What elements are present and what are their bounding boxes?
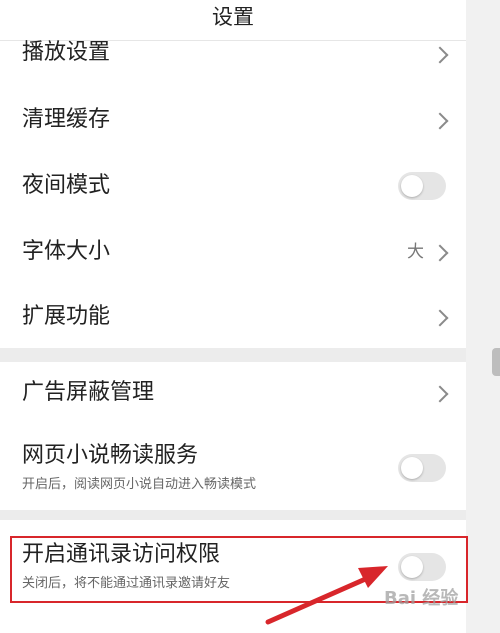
night-mode-toggle[interactable] — [398, 172, 446, 200]
row-label: 扩展功能 — [22, 304, 111, 329]
font-size-row[interactable]: 字体大小 大 — [0, 232, 466, 272]
toggle-knob — [401, 175, 423, 197]
row-label: 网页小说畅读服务 — [22, 443, 199, 468]
settings-group-1: 设置 播放设置 清理缓存 夜间模式 字体大小 大 扩展功能 — [0, 0, 466, 348]
row-label: 清理缓存 — [22, 107, 111, 132]
novel-reader-row: 网页小说畅读服务 开启后，阅读网页小说自动进入畅读模式 — [0, 438, 466, 498]
play-settings-row[interactable]: 播放设置 — [0, 40, 466, 68]
row-label: 广告屏蔽管理 — [22, 380, 155, 405]
scroll-handle[interactable] — [492, 348, 500, 376]
ad-block-row[interactable]: 广告屏蔽管理 — [0, 374, 466, 414]
clear-cache-row[interactable]: 清理缓存 — [0, 100, 466, 140]
toggle-knob — [401, 457, 423, 479]
night-mode-row: 夜间模式 — [0, 166, 466, 206]
page-title: 设置 — [212, 5, 254, 29]
chevron-right-icon — [431, 309, 449, 327]
novel-reader-toggle[interactable] — [398, 454, 446, 482]
right-edge-strip — [466, 0, 500, 633]
chevron-right-icon — [431, 385, 449, 403]
row-label: 字体大小 — [22, 239, 111, 264]
row-label: 夜间模式 — [22, 173, 111, 198]
extensions-row[interactable]: 扩展功能 — [0, 298, 466, 338]
watermark-logo: Bai 经验 — [384, 588, 459, 609]
font-size-value: 大 — [407, 242, 424, 262]
chevron-right-icon — [431, 112, 449, 130]
row-subtitle: 开启后，阅读网页小说自动进入畅读模式 — [22, 477, 257, 492]
row-label: 播放设置 — [22, 40, 111, 65]
chevron-right-icon — [431, 46, 449, 64]
settings-group-2: 广告屏蔽管理 网页小说畅读服务 开启后，阅读网页小说自动进入畅读模式 — [0, 362, 466, 510]
chevron-right-icon — [431, 244, 449, 262]
